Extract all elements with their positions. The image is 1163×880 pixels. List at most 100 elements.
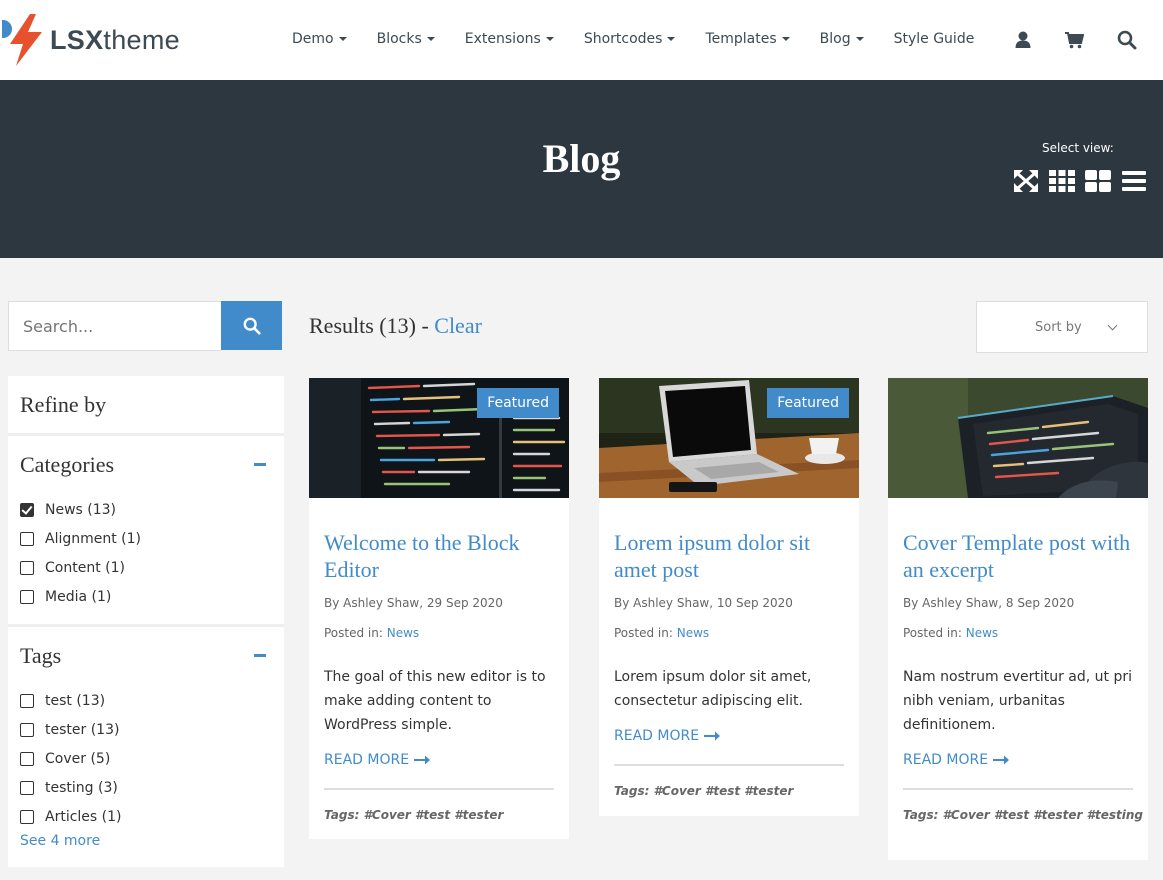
checkbox-label: Alignment (1) bbox=[45, 531, 142, 547]
caret-down-icon bbox=[338, 37, 347, 41]
checkbox-label: tester (13) bbox=[45, 722, 120, 738]
checkbox-label: test (13) bbox=[45, 693, 106, 709]
checkbox[interactable] bbox=[20, 590, 34, 604]
read-more-link[interactable]: READ MORE bbox=[324, 752, 431, 768]
post-title[interactable]: Welcome to the Block Editor bbox=[324, 529, 559, 583]
arrow-right-icon bbox=[414, 755, 431, 765]
checkbox[interactable] bbox=[20, 694, 34, 708]
post-meta: By Ashley Shaw, 29 Sep 2020 bbox=[324, 596, 503, 610]
checkbox[interactable] bbox=[20, 532, 34, 546]
read-more-link[interactable]: READ MORE bbox=[903, 752, 1010, 768]
post-tags: Tags: #Cover #test #tester bbox=[614, 784, 794, 798]
post-meta: By Ashley Shaw, 10 Sep 2020 bbox=[614, 596, 793, 610]
refine-title: Refine by bbox=[20, 392, 107, 417]
post-title[interactable]: Cover Template post with an excerpt bbox=[903, 529, 1138, 583]
post-thumbnail-code[interactable]: Featured bbox=[309, 378, 569, 498]
tags-title: Tags bbox=[20, 643, 62, 668]
search-input[interactable] bbox=[8, 301, 221, 351]
clear-filters-link[interactable]: Clear bbox=[434, 313, 482, 338]
category-content[interactable]: Content (1) bbox=[20, 560, 125, 576]
lightning-bolt-icon bbox=[10, 14, 42, 66]
search-icon[interactable] bbox=[1117, 30, 1137, 50]
collapse-tags-icon[interactable] bbox=[254, 654, 266, 657]
divider bbox=[903, 788, 1133, 790]
grid-large-icon[interactable] bbox=[1085, 169, 1111, 193]
post-tags: Tags: #Cover #test #tester bbox=[324, 808, 504, 822]
checkbox-label: testing (3) bbox=[45, 780, 118, 796]
expand-icon[interactable] bbox=[1013, 169, 1039, 193]
cart-icon[interactable] bbox=[1064, 30, 1084, 50]
list-icon[interactable] bbox=[1121, 169, 1147, 193]
nav-item-style-guide[interactable]: Style Guide bbox=[894, 31, 975, 47]
post-card: Featured Welcome to the Block Editor By … bbox=[309, 378, 569, 839]
divider bbox=[614, 764, 844, 766]
see-more-link[interactable]: See 4 more bbox=[20, 833, 100, 849]
featured-badge: Featured bbox=[767, 388, 849, 418]
caret-down-icon bbox=[545, 37, 554, 41]
tag-testing[interactable]: testing (3) bbox=[20, 780, 118, 796]
post-category: Posted in: News bbox=[614, 626, 709, 640]
post-thumbnail-laptop[interactable]: Featured bbox=[599, 378, 859, 498]
read-more-label: READ MORE bbox=[614, 728, 700, 744]
arrow-right-icon bbox=[993, 755, 1010, 765]
read-more-label: READ MORE bbox=[324, 752, 410, 768]
nav-item-templates[interactable]: Templates bbox=[705, 31, 790, 47]
tag-test[interactable]: test (13) bbox=[20, 693, 105, 709]
page-title: Blog bbox=[542, 136, 621, 181]
tag-cover[interactable]: Cover (5) bbox=[20, 751, 110, 767]
checkbox[interactable] bbox=[20, 781, 34, 795]
post-title[interactable]: Lorem ipsum dolor sit amet post bbox=[614, 529, 849, 583]
caret-down-icon bbox=[667, 37, 676, 41]
categories-title: Categories bbox=[20, 452, 115, 477]
arrow-right-icon bbox=[704, 731, 721, 741]
checkbox-label: Articles (1) bbox=[45, 809, 122, 825]
divider bbox=[324, 788, 554, 790]
checkbox-label: Content (1) bbox=[45, 560, 125, 576]
search-icon bbox=[243, 317, 261, 335]
nav-item-blog[interactable]: Blog bbox=[820, 31, 864, 47]
checkbox[interactable] bbox=[20, 723, 34, 737]
collapse-categories-icon[interactable] bbox=[254, 463, 266, 466]
select-view-label: Select view: bbox=[1042, 141, 1114, 155]
refine-panel: Refine by Categories News (13) Alignment… bbox=[8, 376, 284, 867]
checkbox[interactable] bbox=[20, 561, 34, 575]
category-media[interactable]: Media (1) bbox=[20, 589, 111, 605]
category-link[interactable]: News bbox=[677, 626, 709, 640]
site-logo[interactable]: LSXtheme bbox=[2, 14, 180, 66]
view-switcher bbox=[1013, 169, 1157, 193]
posted-in-label: Posted in: bbox=[903, 626, 966, 640]
category-alignment[interactable]: Alignment (1) bbox=[20, 531, 141, 547]
category-news[interactable]: News (13) bbox=[20, 502, 116, 518]
post-category: Posted in: News bbox=[903, 626, 998, 640]
sort-by-label: Sort by bbox=[1035, 320, 1082, 335]
post-thumbnail-editor[interactable] bbox=[888, 378, 1148, 498]
grid-small-icon[interactable] bbox=[1049, 169, 1075, 193]
post-excerpt: The goal of this new editor is to make a… bbox=[324, 669, 546, 733]
checkbox[interactable] bbox=[20, 752, 34, 766]
checkbox[interactable] bbox=[20, 503, 34, 517]
read-more-label: READ MORE bbox=[903, 752, 989, 768]
caret-down-icon bbox=[426, 37, 435, 41]
tag-articles[interactable]: Articles (1) bbox=[20, 809, 122, 825]
search-button[interactable] bbox=[221, 301, 282, 350]
post-card: Cover Template post with an excerpt By A… bbox=[888, 378, 1148, 860]
posted-in-label: Posted in: bbox=[324, 626, 387, 640]
read-more-link[interactable]: READ MORE bbox=[614, 728, 721, 744]
post-tags: Tags: #Cover #test #tester #testing bbox=[903, 808, 1143, 822]
nav-item-blocks[interactable]: Blocks bbox=[377, 31, 435, 47]
nav-item-shortcodes[interactable]: Shortcodes bbox=[584, 31, 676, 47]
results-count: Results (13) - Clear bbox=[309, 313, 482, 339]
checkbox-label: Media (1) bbox=[45, 589, 112, 605]
post-card: Featured Lorem ipsum dolor sit amet post… bbox=[599, 378, 859, 816]
sort-by-select[interactable]: Sort by bbox=[976, 301, 1148, 353]
tag-tester[interactable]: tester (13) bbox=[20, 722, 119, 738]
user-icon[interactable] bbox=[1013, 30, 1033, 50]
category-link[interactable]: News bbox=[966, 626, 998, 640]
featured-badge: Featured bbox=[477, 388, 559, 418]
category-link[interactable]: News bbox=[387, 626, 419, 640]
nav-item-demo[interactable]: Demo bbox=[292, 31, 347, 47]
checkbox[interactable] bbox=[20, 810, 34, 824]
caret-down-icon bbox=[855, 37, 864, 41]
post-excerpt: Lorem ipsum dolor sit amet, consectetur … bbox=[614, 669, 812, 709]
nav-item-extensions[interactable]: Extensions bbox=[465, 31, 554, 47]
